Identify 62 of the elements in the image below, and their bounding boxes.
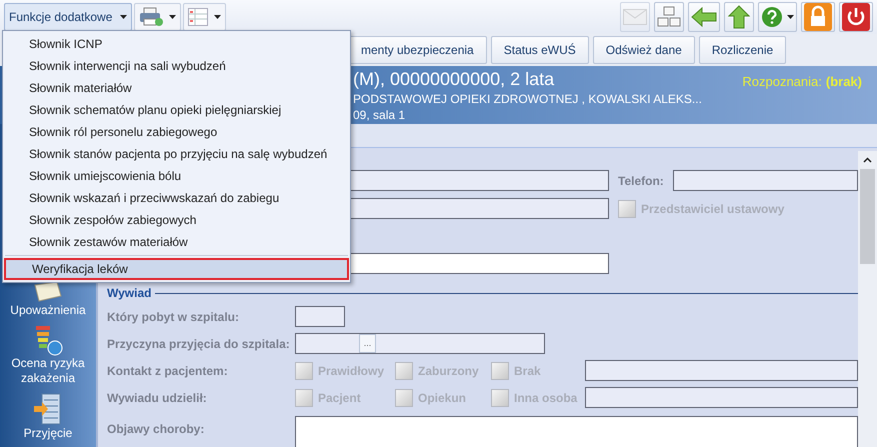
toolbar-button[interactable] [724,2,754,32]
browse-button[interactable]: ... [359,334,376,353]
caret-icon [214,15,222,19]
toolbar-button[interactable] [688,2,720,32]
action-button[interactable]: menty ubezpieczenia [348,36,487,64]
field-label: Wywiadu udzielił: [107,390,208,406]
menu-item[interactable]: Weryfikacja leków [4,258,349,280]
patient-room: 09, sala 1 [353,108,406,122]
toolbar-button[interactable] [654,2,684,32]
caret-icon [120,15,128,19]
field-label: Objawy choroby: [107,421,206,438]
text-field[interactable] [585,360,858,381]
lock-icon [804,3,832,31]
menu-item[interactable]: Słownik zestawów materiałów [3,231,350,253]
menu-item[interactable]: Słownik ICNP [3,33,350,55]
patient-clinic: PODSTAWOWEJ OPIEKI ZDROWOTNEJ , KOWALSKI ALEKS... [353,91,703,108]
field-label: Telefon: [618,172,664,190]
field-label: Przyczyna przyjęcia do szpitala: [107,336,291,352]
printer-icon [139,7,164,27]
caret-icon [169,15,176,19]
diagnosis-value: (brak) [826,73,862,91]
power-icon [842,3,870,31]
toolbar-button[interactable] [801,2,835,32]
envelope-icon [623,9,647,25]
layout-icon [188,8,208,26]
menu-item[interactable]: Słownik ról personelu zabiegowego [3,121,350,143]
arrow-left-icon [691,7,717,27]
sidebar-item[interactable]: Przyjęcie [3,392,93,441]
diagnosis-label: Rozpoznania: [742,73,822,91]
sidebar-item[interactable]: Upoważnienia [3,281,93,318]
scroll-up-icon [863,157,872,163]
action-button[interactable]: Status eWUŚ [490,36,589,64]
text-field[interactable] [672,170,858,191]
patient-name: (M), 00000000000, 2 lata [353,68,556,90]
scrollbar-thumb[interactable] [860,169,875,264]
caret-icon [787,15,794,19]
toolbar-dropdown-button[interactable] [183,3,226,31]
menu-item[interactable]: Słownik stanów pacjenta po przyjęciu na salę wybudzeń [3,143,350,165]
action-button[interactable]: Odśwież dane [592,36,695,64]
section-title: Wywiad [107,285,152,302]
menu-item[interactable]: Słownik interwencji na sali wybudzeń [3,55,350,77]
text-field[interactable] [295,306,345,327]
field-label: Który pobyt w szpitalu: [107,308,240,326]
field-label: Kontakt z pacjentem: [107,362,229,380]
lookup-field[interactable]: ... [295,333,545,354]
menu-item[interactable]: Słownik wskazań i przeciwwskazań do zabiegu [3,187,350,209]
help-icon [761,6,783,28]
menu-item[interactable]: Słownik schematów planu opieki pielęgniarskiej [3,99,350,121]
computers-icon [657,6,681,28]
scrollbar[interactable] [858,151,877,447]
toolbar-button[interactable] [758,2,797,32]
menu-dropdown-button[interactable]: Funkcje dodatkowe [4,3,132,31]
text-field[interactable] [585,387,858,408]
action-button[interactable]: Rozliczenie [698,36,786,64]
sidebar-item[interactable]: Ocena ryzyka zakażenia [3,324,93,386]
menu-item[interactable]: Słownik zespołów zabiegowych [3,209,350,231]
toolbar-button[interactable] [839,2,873,32]
text-area[interactable] [295,416,858,447]
menu-item[interactable]: Słownik umiejscowienia bólu [3,165,350,187]
arrow-up-icon [728,5,750,29]
menu-item[interactable]: Słownik materiałów [3,77,350,99]
toolbar-dropdown-button[interactable] [134,3,182,31]
